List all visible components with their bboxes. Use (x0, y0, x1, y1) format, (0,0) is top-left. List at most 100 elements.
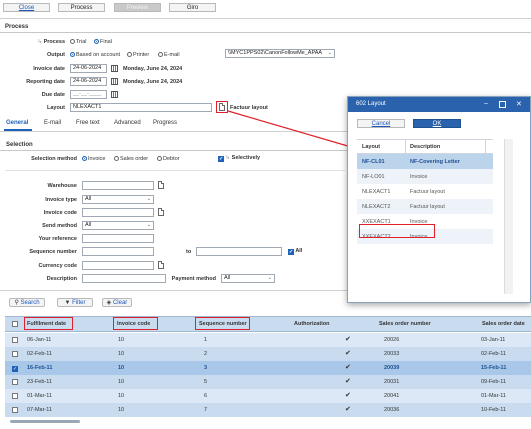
send-method-select[interactable]: All ⌄ (82, 221, 154, 230)
row-checkbox[interactable] (12, 351, 18, 358)
invoice-code-label: Invoice code (43, 210, 77, 216)
cell-sequence-number: 6 (204, 393, 208, 399)
dialog-empty-area (357, 244, 493, 296)
selectively-checkbox[interactable]: ✓ ↳ Selectively (218, 155, 260, 162)
cell-description: Factuur layout (410, 189, 445, 195)
row-checkbox[interactable] (12, 407, 18, 414)
lookup-icon[interactable] (158, 208, 164, 216)
maximize-icon[interactable] (499, 101, 506, 108)
cell-layout: NLEXACT1 (362, 189, 391, 195)
col-sales-order-number[interactable]: Sales order number (379, 321, 431, 327)
dialog-row-selected[interactable]: NF-CL01 NF-Covering Letter (357, 154, 493, 169)
grid-footer (5, 417, 531, 429)
cell-fulfilment-date: 06-Jan-11 (27, 337, 52, 343)
cell-invoice-code: 10 (118, 365, 125, 371)
cell-invoice-code: 10 (118, 351, 125, 357)
selection-divider (0, 150, 350, 151)
cell-sales-order-date: 10-Feb-11 (481, 407, 506, 413)
sequence-to-field[interactable] (196, 247, 282, 256)
minimize-icon[interactable]: – (484, 100, 488, 107)
dialog-row[interactable]: NLEXACT1 Factuur layout (357, 184, 493, 199)
checkmark-icon: ✔ (345, 364, 351, 371)
dialog-row[interactable]: NF-LO01 Invoice (357, 169, 493, 184)
dialog-ok-button[interactable]: OK (413, 119, 461, 128)
method-radio-invoice[interactable]: Invoice (82, 156, 105, 162)
row-checkbox[interactable] (12, 379, 18, 386)
cell-sales-order-number: 20031 (384, 379, 400, 385)
to-label: to (186, 249, 192, 255)
cell-description: Factuur layout (410, 204, 445, 210)
dialog-row[interactable]: NLEXACT2 Factuur layout (357, 199, 493, 214)
cell-fulfilment-date: 16-Feb-11 (27, 365, 53, 371)
cell-sales-order-number: 20039 (384, 365, 400, 371)
dialog-col-description[interactable]: Description (410, 144, 440, 150)
method-radio-debtor[interactable]: Debtor (157, 156, 180, 162)
all-checkbox[interactable]: ✓ All (288, 248, 302, 255)
invoice-type-select[interactable]: All ⌄ (82, 195, 154, 204)
table-row[interactable]: 01-Mar-11 10 6 ✔ 20041 01-Mar-11 (5, 389, 531, 403)
invoice-type-label: Invoice type (45, 197, 77, 203)
highlight-box (359, 224, 435, 238)
highlight-box (195, 317, 250, 330)
cell-sequence-number: 1 (204, 337, 208, 343)
description-field[interactable] (82, 274, 166, 283)
cell-sales-order-date: 15-Feb-11 (481, 365, 507, 371)
cell-layout: NLEXACT2 (362, 204, 391, 210)
description-label: Description (46, 276, 77, 282)
clear-button[interactable]: ◈ Clear (102, 298, 132, 307)
method-radio-sales-order[interactable]: Sales order (114, 156, 148, 162)
lookup-icon[interactable] (158, 181, 164, 189)
chevron-down-icon: ⌄ (267, 275, 272, 281)
grid-header (5, 316, 531, 332)
row-checkbox[interactable]: ✓ (12, 365, 18, 372)
currency-code-field[interactable] (82, 261, 154, 270)
search-button[interactable]: ⚲ Search (9, 298, 45, 307)
checkmark-icon: ✔ (345, 350, 351, 357)
select-all-checkbox[interactable] (12, 321, 18, 328)
cell-fulfilment-date: 07-Mar-11 (27, 407, 52, 413)
cell-sales-order-number: 20026 (384, 337, 400, 343)
cell-invoice-code: 10 (118, 407, 125, 413)
table-row[interactable]: 07-Mar-11 10 7 ✔ 20036 10-Feb-11 (5, 403, 531, 417)
table-row[interactable]: 02-Feb-11 10 2 ✔ 20033 02-Feb-11 (5, 347, 531, 361)
filter-button[interactable]: ▼ Filter (57, 298, 93, 307)
chevron-down-icon: ⌄ (146, 222, 151, 228)
warehouse-field[interactable] (82, 181, 154, 190)
table-row[interactable]: 06-Jan-11 10 1 ✔ 20026 03-Jan-11 (5, 333, 531, 347)
table-row[interactable]: 23-Feb-11 10 5 ✔ 20031 09-Feb-11 (5, 375, 531, 389)
dialog-cancel-button[interactable]: Cancel (357, 119, 405, 128)
payment-method-select[interactable]: All ⌄ (221, 274, 275, 283)
cell-invoice-code: 10 (118, 379, 125, 385)
cell-sales-order-number: 20033 (384, 351, 400, 357)
row-checkbox[interactable] (12, 393, 18, 400)
dialog-scrollbar[interactable] (504, 139, 513, 294)
cell-description: NF-Covering Letter (410, 159, 460, 165)
cell-sequence-number: 3 (204, 365, 208, 371)
cell-sales-order-number: 20041 (384, 393, 400, 399)
your-reference-field[interactable] (82, 234, 154, 243)
close-icon[interactable]: ✕ (516, 100, 522, 108)
filter-divider (0, 290, 350, 291)
selection-method-label: Selection method (31, 156, 77, 162)
checkmark-icon: ✔ (345, 378, 351, 385)
dialog-col-layout[interactable]: Layout (362, 144, 380, 150)
selection-title: Selection (6, 142, 33, 148)
invoice-code-field[interactable] (82, 208, 154, 217)
send-method-label: Send method (42, 223, 77, 229)
cell-sequence-number: 2 (204, 351, 208, 357)
sequence-from-field[interactable] (82, 247, 154, 256)
cell-layout: NF-LO01 (362, 174, 385, 180)
col-sales-order-date[interactable]: Sales order date (482, 321, 525, 327)
highlight-box (24, 317, 73, 330)
lookup-icon[interactable] (158, 261, 164, 269)
col-authorization[interactable]: Authorization (294, 321, 329, 327)
cell-fulfilment-date: 02-Feb-11 (27, 351, 52, 357)
row-checkbox[interactable] (12, 337, 18, 344)
checkmark-icon: ✔ (345, 336, 351, 343)
cell-sales-order-date: 01-Mar-11 (481, 393, 506, 399)
funnel-icon: ▼ (64, 300, 71, 306)
table-row-selected[interactable]: ✓ 16-Feb-11 10 3 ✔ 20039 15-Feb-11 (5, 361, 531, 375)
cell-sequence-number: 7 (204, 407, 208, 413)
sequence-number-label: Sequence number (29, 249, 77, 255)
horizontal-scrollbar[interactable] (10, 420, 80, 423)
